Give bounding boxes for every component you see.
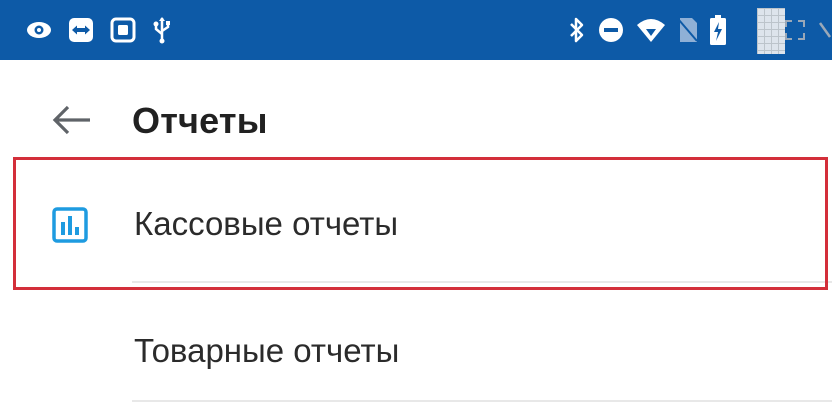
wifi-icon xyxy=(637,19,665,42)
list-item-cash-reports[interactable]: Кассовые отчеты xyxy=(0,158,832,288)
expand-icon xyxy=(785,20,805,40)
edit-icon xyxy=(818,22,832,38)
teamviewer-icon xyxy=(69,18,93,42)
status-bar-right xyxy=(568,0,832,60)
list-divider xyxy=(132,281,832,283)
back-button[interactable] xyxy=(48,96,96,144)
eye-icon xyxy=(27,22,51,38)
list-item-goods-reports[interactable]: Товарные отчеты xyxy=(0,290,832,405)
app-header: Отчеты xyxy=(0,70,832,170)
screen: Отчеты Кассовые отчеты Товарные отчеты xyxy=(0,0,832,405)
do-not-disturb-icon xyxy=(599,18,623,42)
usb-icon xyxy=(153,17,170,44)
list-item-label: Кассовые отчеты xyxy=(134,205,399,242)
battery-charging-icon xyxy=(710,15,726,45)
list-item-label: Товарные отчеты xyxy=(134,332,400,369)
list-divider xyxy=(132,400,832,402)
no-sim-icon xyxy=(678,18,698,42)
status-bar-overlay-grid xyxy=(757,8,785,54)
status-bar-left xyxy=(26,0,172,60)
page-title: Отчеты xyxy=(132,100,268,141)
screen-record-icon xyxy=(110,17,136,43)
arrow-left-icon xyxy=(52,105,90,135)
bar-chart-icon xyxy=(52,207,88,243)
bluetooth-icon xyxy=(570,17,584,43)
status-bar xyxy=(0,0,832,60)
